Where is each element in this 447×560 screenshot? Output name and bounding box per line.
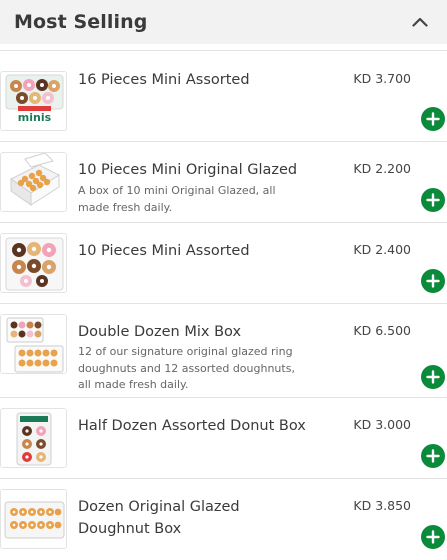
product-price: KD 3.850 xyxy=(353,498,411,513)
product-item[interactable]: Half Dozen Assorted Donut Box KD 3.000 xyxy=(0,397,447,478)
product-price: KD 3.000 xyxy=(353,417,411,432)
plus-icon xyxy=(426,530,440,544)
thumbnail-brand-text: minis xyxy=(17,111,52,124)
plus-icon xyxy=(426,274,440,288)
product-item[interactable]: minis 16 Pieces Mini Assorted KD 3.700 xyxy=(0,50,447,141)
product-item[interactable]: Double Dozen Mix Box 12 of our signature… xyxy=(0,303,447,397)
product-price: KD 3.700 xyxy=(353,71,411,86)
product-thumbnail xyxy=(0,233,67,293)
product-description: A box of 10 mini Original Glazed, all ma… xyxy=(78,184,276,214)
product-name[interactable]: 10 Pieces Mini Assorted xyxy=(78,240,338,262)
product-list: minis 16 Pieces Mini Assorted KD 3.700 1… xyxy=(0,50,447,559)
product-item[interactable]: Dozen Original Glazed Doughnut Box KD 3.… xyxy=(0,478,447,559)
chevron-up-icon[interactable] xyxy=(409,11,431,33)
add-to-cart-button[interactable] xyxy=(421,525,445,549)
product-name[interactable]: Double Dozen Mix Box xyxy=(78,321,338,343)
product-price: KD 2.400 xyxy=(353,242,411,257)
product-price: KD 6.500 xyxy=(353,323,411,338)
product-name[interactable]: Dozen Original Glazed Doughnut Box xyxy=(78,496,248,540)
product-price: KD 2.200 xyxy=(353,161,411,176)
product-item[interactable]: 10 Pieces Mini Assorted KD 2.400 xyxy=(0,222,447,303)
product-thumbnail xyxy=(0,152,67,212)
product-thumbnail xyxy=(0,489,67,549)
plus-icon xyxy=(426,449,440,463)
section-title: Most Selling xyxy=(14,11,148,33)
product-thumbnail: minis xyxy=(0,71,67,131)
product-name[interactable]: 10 Pieces Mini Original Glazed xyxy=(78,159,338,181)
product-description: 12 of our signature original glazed ring… xyxy=(78,345,295,391)
add-to-cart-button[interactable] xyxy=(421,188,445,212)
product-name[interactable]: 16 Pieces Mini Assorted xyxy=(78,69,338,91)
plus-icon xyxy=(426,370,440,384)
product-thumbnail xyxy=(0,408,67,468)
product-thumbnail xyxy=(0,314,67,374)
product-item[interactable]: 10 Pieces Mini Original Glazed A box of … xyxy=(0,141,447,222)
add-to-cart-button[interactable] xyxy=(421,269,445,293)
add-to-cart-button[interactable] xyxy=(421,365,445,389)
add-to-cart-button[interactable] xyxy=(421,444,445,468)
add-to-cart-button[interactable] xyxy=(421,107,445,131)
plus-icon xyxy=(426,112,440,126)
product-name[interactable]: Half Dozen Assorted Donut Box xyxy=(78,415,338,437)
plus-icon xyxy=(426,193,440,207)
section-header[interactable]: Most Selling xyxy=(0,0,447,44)
